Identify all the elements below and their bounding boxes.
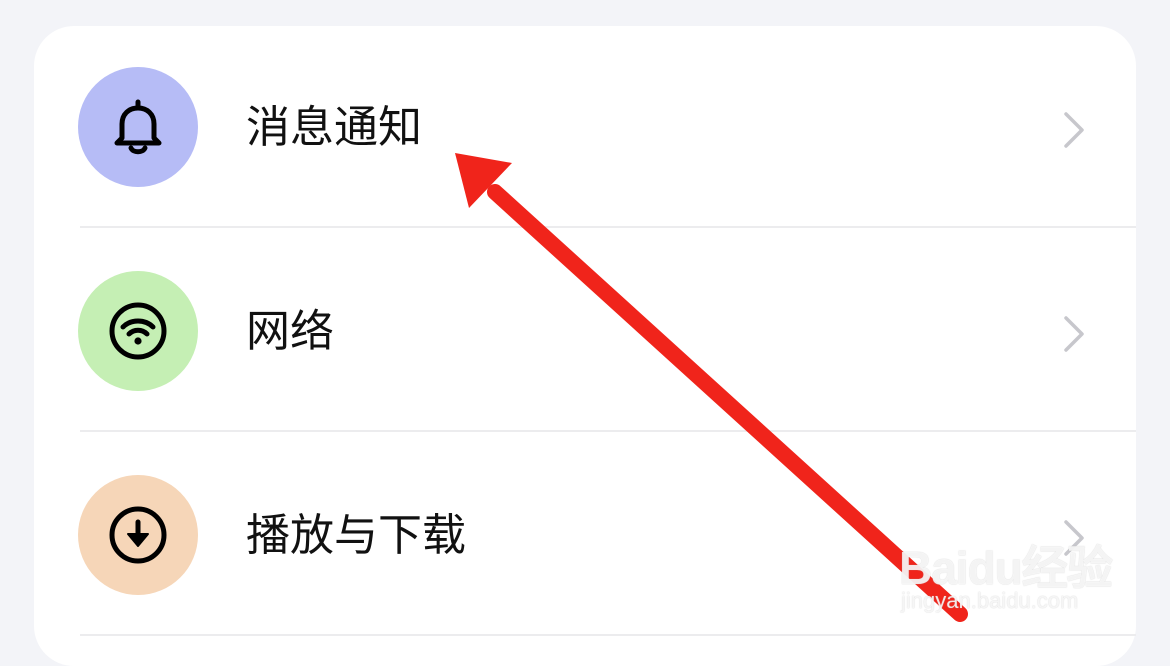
download-icon: [109, 506, 167, 564]
settings-item-playback-download[interactable]: 播放与下载: [34, 434, 1136, 638]
divider: [80, 430, 1136, 432]
notifications-icon-badge: [78, 67, 198, 187]
chevron-right-icon: [1064, 316, 1084, 352]
settings-item-label: 网络: [246, 306, 334, 357]
divider: [80, 634, 1136, 636]
settings-card: 消息通知 网络 播放与下载: [34, 26, 1136, 666]
settings-item-network[interactable]: 网络: [34, 230, 1136, 434]
chevron-right-icon: [1064, 112, 1084, 148]
settings-item-label: 消息通知: [246, 102, 422, 153]
playback-download-icon-badge: [78, 475, 198, 595]
divider: [80, 226, 1136, 228]
settings-item-notifications[interactable]: 消息通知: [34, 26, 1136, 230]
network-icon-badge: [78, 271, 198, 391]
wifi-icon: [109, 302, 167, 360]
settings-item-label: 播放与下载: [246, 510, 466, 561]
bell-icon: [114, 99, 162, 155]
chevron-right-icon: [1064, 520, 1084, 556]
